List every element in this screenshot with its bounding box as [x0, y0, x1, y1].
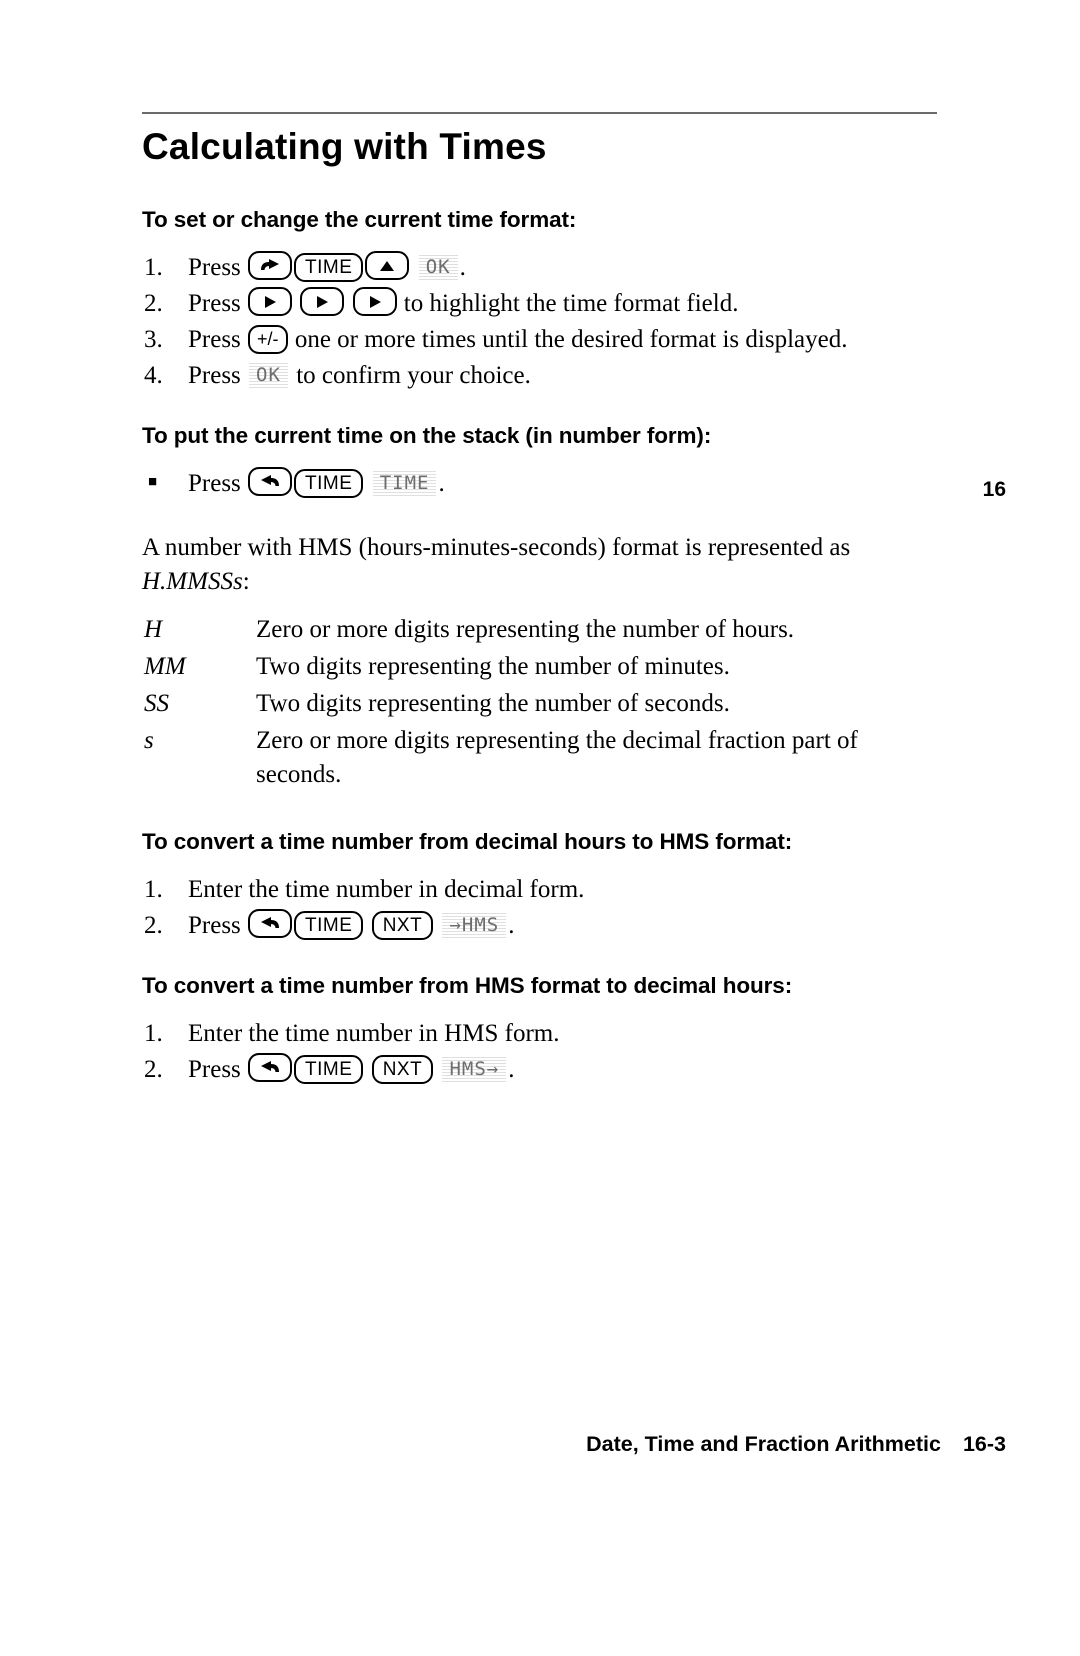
hms-format-notation: H.MMSSs: [142, 567, 243, 595]
definition-term: SS: [144, 689, 169, 717]
left-shift-key[interactable]: [248, 466, 293, 496]
list-marker: 2.: [144, 1055, 163, 1083]
definition-term: MM: [144, 652, 186, 680]
hms-notation-colon: :: [242, 567, 250, 595]
definition-description: Two digits representing the number of mi…: [256, 652, 730, 680]
softkey-hms-to[interactable]: HMS→: [442, 1056, 507, 1082]
step-trail-text: .: [508, 1055, 515, 1083]
step-trail-text: .: [438, 469, 445, 497]
list-marker: 1.: [144, 1019, 163, 1047]
steps-hms-to-decimal: 1. Enter the time number in HMS form. 2.…: [142, 1017, 942, 1087]
list-item: 3. Press +/- one or more times until the…: [142, 323, 942, 357]
footer-section-title: Date, Time and Fraction Arithmetic: [586, 1432, 941, 1456]
chapter-tab-number: 16: [982, 478, 1006, 501]
step-lead-text: Press: [188, 361, 241, 389]
list-item: 1. Press TIME OK.: [142, 250, 942, 285]
list-marker: 2.: [144, 289, 163, 317]
section-heading-set-time-format: To set or change the current time format…: [142, 206, 577, 232]
step-trail-text: to highlight the time format field.: [403, 289, 739, 317]
page-content: Calculating with Times To set or change …: [142, 112, 942, 1117]
step-lead-text: Press: [188, 289, 241, 317]
time-key[interactable]: TIME: [294, 910, 364, 940]
table-row: MM Two digits representing the number of…: [142, 650, 942, 687]
step-trail-text: to confirm your choice.: [296, 361, 531, 389]
hms-definitions-table: H Zero or more digits representing the n…: [142, 613, 942, 795]
time-key[interactable]: TIME: [294, 252, 364, 282]
softkey-ok[interactable]: OK: [418, 254, 458, 280]
steps-time-on-stack: ■ Press TIME TIME.: [142, 466, 942, 501]
step-trail-text: .: [508, 911, 515, 939]
list-item: 1. Enter the time number in HMS form.: [142, 1017, 942, 1051]
step-lead-text: Press: [188, 911, 241, 939]
time-key[interactable]: TIME: [294, 468, 364, 498]
nxt-key[interactable]: NXT: [371, 1054, 434, 1084]
softkey-ok[interactable]: OK: [249, 362, 288, 388]
left-shift-key[interactable]: [248, 1052, 293, 1082]
list-item: 4. Press OK to confirm your choice.: [142, 359, 942, 393]
step-lead-text: Press: [188, 1055, 241, 1083]
step-lead-text: Press: [188, 253, 241, 281]
definition-term: s: [144, 726, 154, 754]
right-arrow-key[interactable]: [248, 287, 293, 317]
hms-format-paragraph: A number with HMS (hours-minutes-seconds…: [142, 531, 942, 599]
list-marker: 3.: [144, 325, 163, 353]
header-rule: [142, 112, 937, 114]
footer-page-number: 16-3: [962, 1432, 1006, 1456]
step-trail-text: .: [459, 253, 466, 281]
step-lead-text: Enter the time number in HMS form.: [188, 1019, 560, 1047]
steps-set-time-format: 1. Press TIME OK. 2. Press to highlight …: [142, 250, 942, 393]
page-footer: Date, Time and Fraction Arithmetic 16-3: [0, 1432, 1006, 1457]
step-trail-text: one or more times until the desired form…: [294, 325, 848, 353]
definition-term: H: [144, 615, 163, 643]
steps-decimal-to-hms: 1. Enter the time number in decimal form…: [142, 873, 942, 943]
softkey-to-hms[interactable]: →HMS: [442, 912, 507, 938]
hms-paragraph-line1: A number with HMS (hours-minutes-seconds…: [142, 533, 851, 561]
definition-description: Zero or more digits representing the dec…: [256, 726, 858, 788]
step-lead-text: Press: [188, 469, 241, 497]
list-item: 2. Press TIME NXT HMS→.: [142, 1052, 942, 1087]
right-arrow-key[interactable]: [352, 287, 397, 317]
table-row: H Zero or more digits representing the n…: [142, 613, 942, 650]
right-arrow-key[interactable]: [300, 287, 345, 317]
up-arrow-key[interactable]: [365, 251, 410, 281]
right-shift-key[interactable]: [248, 250, 293, 280]
nxt-key[interactable]: NXT: [371, 910, 434, 940]
table-row: s Zero or more digits representing the d…: [142, 724, 942, 795]
list-item: 1. Enter the time number in decimal form…: [142, 873, 942, 907]
step-lead-text: Press: [188, 325, 241, 353]
definition-description: Two digits representing the number of se…: [256, 689, 730, 717]
time-key[interactable]: TIME: [294, 1054, 364, 1084]
section-heading-time-on-stack: To put the current time on the stack (in…: [142, 422, 712, 448]
page-title: Calculating with Times: [142, 126, 547, 167]
section-heading-hms-to-decimal: To convert a time number from HMS format…: [142, 972, 793, 998]
definition-description: Zero or more digits representing the num…: [256, 615, 795, 643]
list-item: ■ Press TIME TIME.: [142, 466, 942, 501]
left-shift-key[interactable]: [248, 908, 293, 938]
list-marker: 4.: [144, 361, 163, 389]
list-item: 2. Press TIME NXT →HMS.: [142, 908, 942, 943]
list-marker: 2.: [144, 911, 163, 939]
list-item: 2. Press to highlight the time format fi…: [142, 287, 942, 321]
list-marker: 1.: [144, 253, 163, 281]
section-heading-decimal-to-hms: To convert a time number from decimal ho…: [142, 828, 793, 854]
list-bullet-icon: ■: [148, 473, 158, 490]
table-row: SS Two digits representing the number of…: [142, 687, 942, 724]
softkey-time[interactable]: TIME: [372, 470, 437, 496]
plus-minus-key[interactable]: +/-: [248, 324, 288, 354]
document-page: Calculating with Times To set or change …: [0, 0, 1080, 1656]
list-marker: 1.: [144, 875, 163, 903]
step-lead-text: Enter the time number in decimal form.: [188, 875, 585, 903]
